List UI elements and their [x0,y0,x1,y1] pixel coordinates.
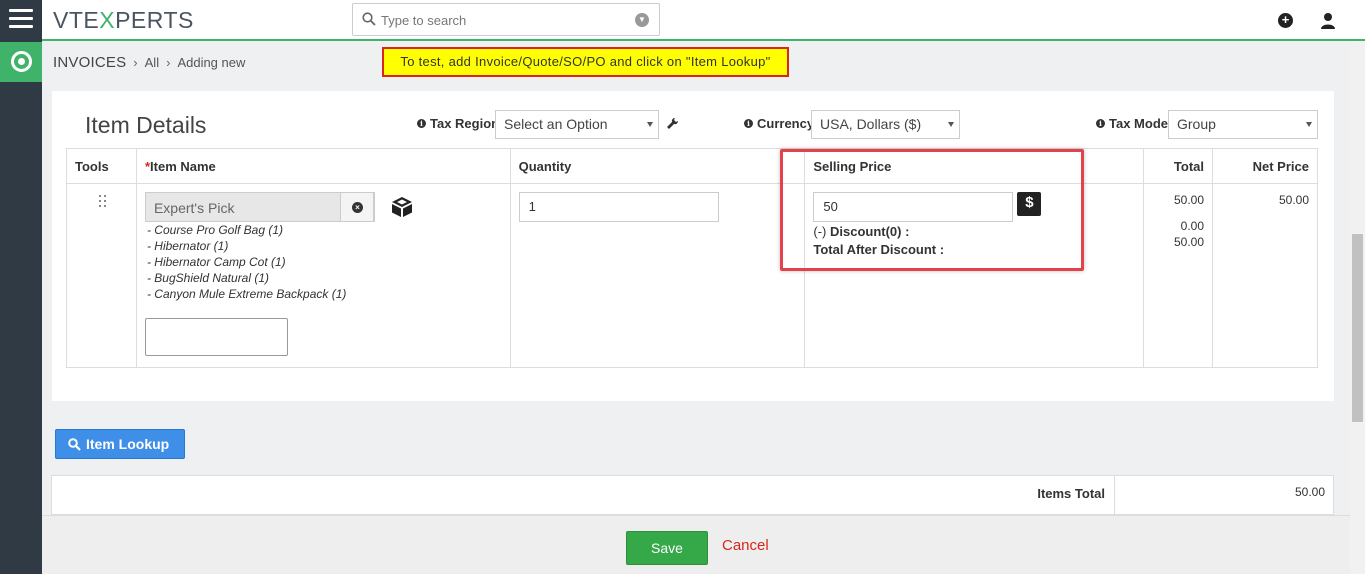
app-logo[interactable]: VTEXPERTS [53,7,194,34]
test-instructions-notice: To test, add Invoice/Quote/SO/PO and cli… [382,47,789,77]
module-home-icon[interactable] [0,42,42,82]
tax-region-label: i Tax Region [417,116,499,131]
column-header-quantity: Quantity [509,148,806,184]
breadcrumb-filter[interactable]: All [145,55,159,70]
save-button[interactable]: Save [626,531,708,565]
item-name-cell: Expert's Pick × - Course Pro Golf Bag (1… [135,183,511,368]
breadcrumb-separator-icon: › [133,54,138,70]
items-total-label: Items Total [1037,486,1105,501]
clear-item-button[interactable]: × [339,192,374,222]
breadcrumb-module[interactable]: INVOICES [53,54,126,71]
total-cell: 50.00 0.00 50.00 [1143,183,1214,368]
tax-region-select[interactable]: Select an Option [495,110,659,139]
quantity-input[interactable]: 1 [518,192,719,222]
column-header-tools: Tools [66,148,137,184]
discount-amount-value: 0.00 [1180,219,1205,233]
table-header-row: Tools *Item Name Quantity Selling Price … [66,148,1318,184]
net-price-cell: 50.00 [1212,183,1318,368]
info-icon: i [417,119,426,128]
total-value: 50.00 [1173,193,1205,207]
currency-label: i Currency [744,116,814,131]
column-header-net-price: Net Price [1212,148,1318,184]
item-name-field[interactable]: Expert's Pick × [144,192,375,222]
items-total-section: Items Total 50.00 [51,475,1334,516]
column-header-total: Total [1143,148,1214,184]
item-details-panel: Item Details i Tax Region Select an Optio… [52,91,1334,401]
breadcrumb: INVOICES › All › Adding new [53,52,245,72]
global-search[interactable]: ▼ [352,3,660,36]
info-icon: i [744,119,753,128]
form-footer: Save Cancel [42,515,1350,574]
hamburger-menu-icon[interactable] [9,9,33,29]
list-item: - Course Pro Golf Bag (1) [146,223,284,237]
drag-handle-icon[interactable] [99,195,107,207]
table-row: Expert's Pick × - Course Pro Golf Bag (1… [66,183,1318,368]
net-price-value: 50.00 [1278,193,1309,207]
search-input[interactable] [381,10,621,30]
currency-select[interactable]: USA, Dollars ($) [811,110,960,139]
list-item: - Hibernator Camp Cot (1) [146,255,286,269]
list-item: - Canyon Mule Extreme Backpack (1) [146,287,347,301]
breadcrumb-separator-icon: › [166,54,171,70]
info-icon: i [1096,119,1105,128]
left-rail [0,0,42,574]
quantity-cell: 1 [509,183,806,368]
search-icon [68,438,81,451]
tax-mode-select[interactable]: Group [1168,110,1318,139]
line-items-table: Tools *Item Name Quantity Selling Price … [66,148,1318,368]
cancel-link[interactable]: Cancel [722,537,769,554]
items-total-value: 50.00 [1294,485,1325,499]
scrollbar-thumb[interactable] [1352,234,1363,422]
bundle-box-icon[interactable] [390,195,414,219]
item-details-title: Item Details [85,112,207,138]
selling-price-highlight-box [780,149,1084,271]
item-description-textarea[interactable] [144,318,288,356]
item-name-value: Expert's Pick [153,200,235,216]
clear-x-icon: × [351,202,363,213]
list-item: - BugShield Natural (1) [146,271,270,285]
tools-cell [66,183,137,368]
totals-divider [1114,476,1115,516]
breadcrumb-action: Adding new [177,54,246,70]
search-options-chevron-icon[interactable]: ▼ [635,13,649,27]
wrench-icon[interactable] [666,117,679,133]
bundle-items-list: - Course Pro Golf Bag (1) - Hibernator (… [147,222,346,302]
total-after-discount-value: 50.00 [1173,235,1205,249]
item-lookup-button[interactable]: Item Lookup [55,429,185,459]
column-header-item-name: *Item Name [135,148,511,184]
search-icon [362,12,376,26]
list-item: - Hibernator (1) [146,239,229,253]
quick-create-plus-icon[interactable]: + [1278,13,1293,28]
top-bar: VTEXPERTS ▼ + [42,0,1365,41]
user-profile-icon[interactable] [1320,12,1336,29]
page-scrollbar[interactable] [1350,41,1365,574]
tax-mode-label: i Tax Mode [1096,116,1168,131]
